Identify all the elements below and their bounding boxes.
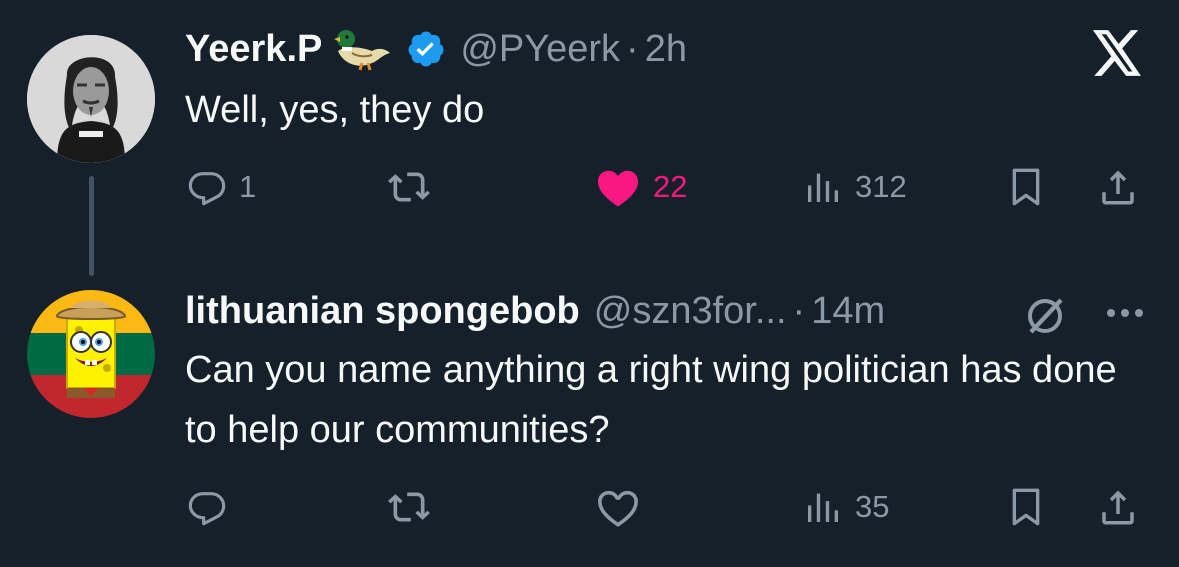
verified-badge-icon	[406, 29, 446, 69]
display-name[interactable]: lithuanian spongebob	[185, 290, 580, 333]
reply-button[interactable]	[187, 482, 239, 532]
retweet-button[interactable]	[387, 482, 443, 532]
thread-line	[89, 176, 94, 276]
tweet-header: lithuanian spongebob @szn3for... · 14m	[185, 286, 885, 336]
handle[interactable]: @szn3for...	[594, 290, 787, 333]
avatar-lithuanian-spongebob[interactable]	[27, 290, 155, 418]
views-button[interactable]: 35	[803, 482, 889, 532]
tweet-reply[interactable]: lithuanian spongebob @szn3for... · 14m C…	[0, 270, 1179, 567]
share-icon	[1097, 166, 1139, 208]
duck-emoji-icon	[332, 27, 392, 71]
separator-dot: ·	[792, 289, 806, 332]
share-icon	[1097, 486, 1139, 528]
bookmark-button[interactable]	[1007, 162, 1045, 212]
bookmark-button[interactable]	[1007, 482, 1045, 532]
bookmark-icon	[1007, 167, 1045, 207]
heart-icon	[595, 486, 641, 528]
tweet-parent[interactable]: Yeerk.P @PYeerk · 2h Well, yes, they do …	[0, 0, 1179, 290]
reply-button[interactable]: 1	[187, 162, 256, 212]
reply-icon	[187, 487, 227, 527]
like-count: 22	[653, 169, 688, 204]
views-chart-icon	[803, 167, 843, 207]
tweet-text: Can you name anything a right wing polit…	[185, 349, 1117, 451]
reply-icon	[187, 167, 227, 207]
views-count: 35	[855, 489, 890, 524]
avatar-yeerk[interactable]	[27, 35, 155, 163]
tweet-text: Well, yes, they do	[185, 89, 485, 131]
retweet-icon	[387, 167, 431, 207]
like-button[interactable]	[595, 482, 653, 532]
share-button[interactable]	[1097, 482, 1139, 532]
bookmark-icon	[1007, 487, 1045, 527]
more-icon[interactable]	[1105, 306, 1145, 324]
handle[interactable]: @PYeerk	[460, 28, 620, 71]
timestamp[interactable]: 14m	[811, 290, 885, 333]
retweet-icon	[387, 487, 431, 527]
views-button[interactable]: 312	[803, 162, 907, 212]
heart-icon	[595, 166, 641, 208]
x-logo-icon	[1093, 30, 1143, 81]
like-button[interactable]: 22	[595, 162, 687, 212]
action-bar: 35	[185, 482, 1155, 532]
separator-dot: ·	[626, 27, 639, 70]
retweet-button[interactable]	[387, 162, 443, 212]
tweet-header: Yeerk.P @PYeerk · 2h	[185, 24, 687, 74]
views-chart-icon	[803, 487, 843, 527]
views-count: 312	[855, 169, 907, 204]
grok-icon[interactable]	[1021, 292, 1069, 345]
share-button[interactable]	[1097, 162, 1139, 212]
timestamp[interactable]: 2h	[645, 28, 687, 71]
action-bar: 1 22 312	[185, 162, 1155, 212]
reply-count: 1	[239, 169, 257, 204]
display-name[interactable]: Yeerk.P	[185, 28, 322, 71]
